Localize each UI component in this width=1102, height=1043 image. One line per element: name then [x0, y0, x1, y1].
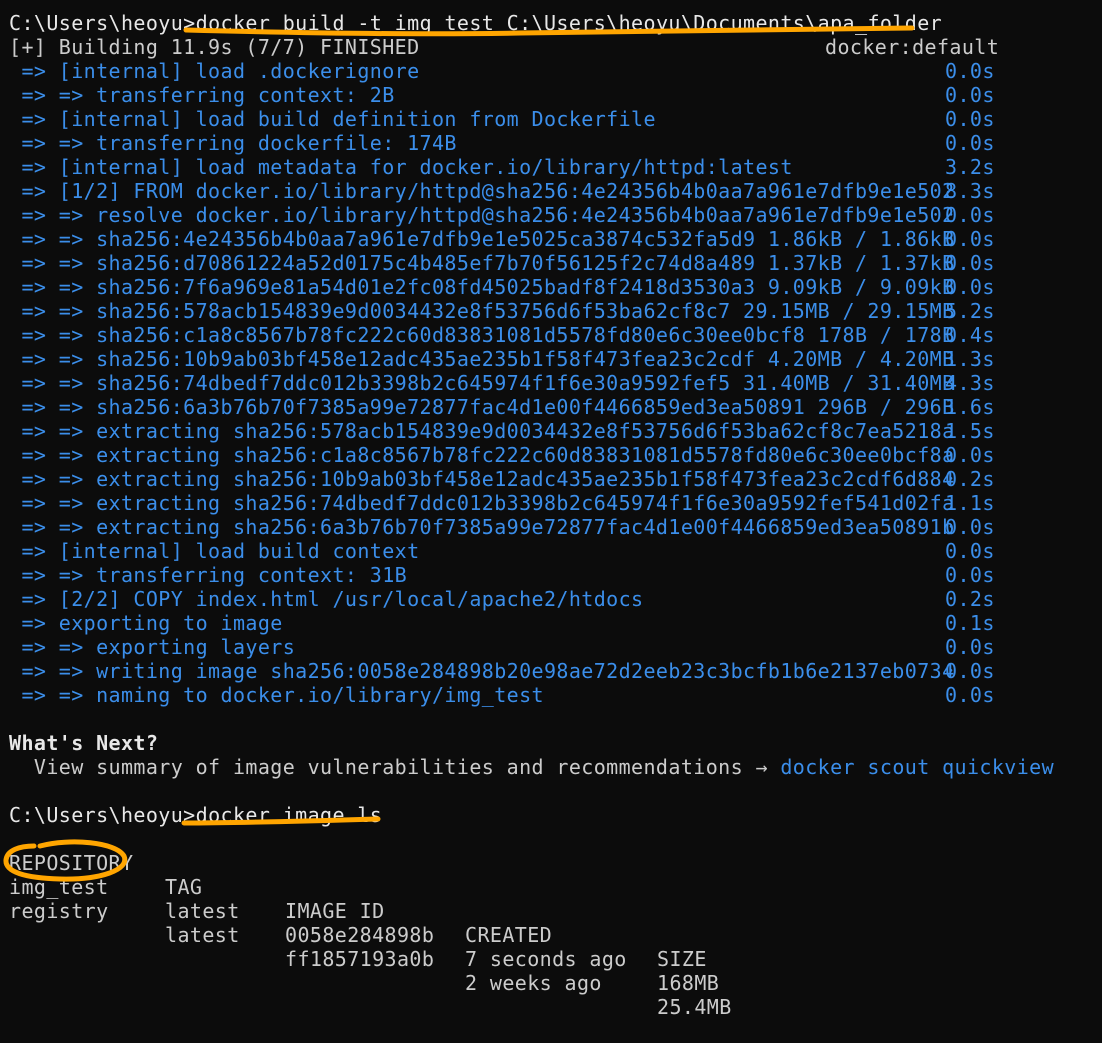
row-tag: latest	[165, 899, 240, 923]
header-size: SIZE	[657, 947, 707, 971]
build-step-time: 3.2s	[945, 155, 995, 179]
build-step-text: => => extracting sha256:74dbedf7ddc012b3…	[9, 491, 955, 515]
build-step-time: 5.2s	[945, 299, 995, 323]
build-step-text: => => sha256:c1a8c8567b78fc222c60d838310…	[9, 323, 955, 347]
build-step-text: => => sha256:578acb154839e9d0034432e8f53…	[9, 299, 955, 323]
build-step-text: => => writing image sha256:0058e284898b2…	[9, 659, 955, 683]
row-image-id: 0058e284898b	[285, 923, 435, 947]
build-step-time: 1.6s	[945, 395, 995, 419]
build-step-time: 1.1s	[945, 491, 995, 515]
row-repository: registry	[9, 899, 109, 923]
table-row: registry latest ff1857193a0b 2 weeks ago…	[9, 875, 731, 1019]
build-step-text: => => sha256:74dbedf7ddc012b3398b2c64597…	[9, 371, 955, 395]
docker-scout-link[interactable]: docker scout quickview	[780, 755, 1054, 779]
build-step-text: => => extracting sha256:6a3b76b70f7385a9…	[9, 515, 955, 539]
table-header: REPOSITORY TAG IMAGE ID CREATED SIZE	[9, 827, 706, 971]
build-step-text: => => naming to docker.io/library/img_te…	[9, 683, 544, 707]
build-step-text: => => extracting sha256:10b9ab03bf458e12…	[9, 467, 955, 491]
build-step-text: => [2/2] COPY index.html /usr/local/apac…	[9, 587, 644, 611]
build-step-time: 0.0s	[945, 275, 995, 299]
header-tag: TAG	[165, 875, 203, 899]
build-step-text: => exporting to image	[9, 611, 283, 635]
build-status: [+] Building 11.9s (7/7) FINISHED	[9, 35, 420, 59]
build-step-text: => => sha256:7f6a969e81a54d01e2fc08fd450…	[9, 275, 955, 299]
build-step-time: 0.0s	[945, 59, 995, 83]
whats-next-title: What's Next?	[9, 731, 159, 755]
build-step-text: => => exporting layers	[9, 635, 296, 659]
build-step-time: 0.0s	[945, 659, 995, 683]
builder-name: docker:default	[825, 35, 1000, 59]
build-step-text: => [internal] load build definition from…	[9, 107, 656, 131]
build-step-time: 0.0s	[945, 227, 995, 251]
build-step-text: => => resolve docker.io/library/httpd@sh…	[9, 203, 955, 227]
build-step-time: 0.0s	[945, 203, 995, 227]
build-step-time: 0.0s	[945, 635, 995, 659]
build-step-text: => [internal] load build context	[9, 539, 420, 563]
image-ls-command: docker image ls	[195, 803, 383, 827]
row-tag: latest	[165, 923, 240, 947]
build-step-text: => => extracting sha256:578acb154839e9d0…	[9, 419, 955, 443]
build-step-time: 1.3s	[945, 347, 995, 371]
build-step-time: 0.2s	[945, 587, 995, 611]
build-command: docker build -t img_test C:\Users\heoyu\…	[195, 11, 943, 35]
terminal-window[interactable]: C:\Users\heoyu>docker build -t img_test …	[0, 0, 1102, 1019]
row-image-id: ff1857193a0b	[285, 947, 435, 971]
build-step-time: 0.0s	[945, 107, 995, 131]
build-step-text: => => extracting sha256:c1a8c8567b78fc22…	[9, 443, 955, 467]
build-step-time: 0.1s	[945, 611, 995, 635]
row-created: 2 weeks ago	[465, 971, 602, 995]
build-step-time: 4.3s	[945, 371, 995, 395]
whats-next-text: View summary of image vulnerabilities an…	[9, 755, 781, 779]
row-size: 25.4MB	[657, 995, 732, 1019]
build-step-time: 0.0s	[945, 563, 995, 587]
command-line-build: C:\Users\heoyu>docker build -t img_test …	[9, 11, 942, 35]
whats-next-line: View summary of image vulnerabilities an…	[9, 755, 1054, 779]
build-step-time: 8.3s	[945, 179, 995, 203]
row-created: 7 seconds ago	[465, 947, 627, 971]
build-step-time: 0.2s	[945, 467, 995, 491]
build-step-text: => [internal] load metadata for docker.i…	[9, 155, 793, 179]
row-size: 168MB	[657, 971, 720, 995]
header-image-id: IMAGE ID	[285, 899, 385, 923]
build-step-time: 0.0s	[945, 515, 995, 539]
build-step-time: 1.5s	[945, 419, 995, 443]
build-step-time: 0.0s	[945, 83, 995, 107]
build-step-time: 0.0s	[945, 443, 995, 467]
build-step-time: 0.0s	[945, 251, 995, 275]
build-step-text: => => sha256:6a3b76b70f7385a99e72877fac4…	[9, 395, 955, 419]
build-step-time: 0.0s	[945, 683, 995, 707]
build-step-time: 0.4s	[945, 323, 995, 347]
build-step-text: => => transferring dockerfile: 174B	[9, 131, 457, 155]
build-step-text: => => sha256:10b9ab03bf458e12adc435ae235…	[9, 347, 955, 371]
build-step-text: => [1/2] FROM docker.io/library/httpd@sh…	[9, 179, 955, 203]
build-step-time: 0.0s	[945, 539, 995, 563]
build-step-text: => => sha256:d70861224a52d0175c4b485ef7b…	[9, 251, 955, 275]
build-step-text: => [internal] load .dockerignore	[9, 59, 420, 83]
prompt: C:\Users\heoyu>	[9, 803, 196, 827]
build-step-time: 0.0s	[945, 131, 995, 155]
prompt: C:\Users\heoyu>	[9, 11, 196, 35]
header-created: CREATED	[465, 923, 553, 947]
build-step-text: => => sha256:4e24356b4b0aa7a961e7dfb9e1e…	[9, 227, 955, 251]
table-row: img_test latest 0058e284898b 7 seconds a…	[9, 851, 719, 995]
build-step-text: => => transferring context: 2B	[9, 83, 395, 107]
build-step-text: => => transferring context: 31B	[9, 563, 408, 587]
command-line-image-ls: C:\Users\heoyu>docker image ls	[9, 803, 382, 827]
